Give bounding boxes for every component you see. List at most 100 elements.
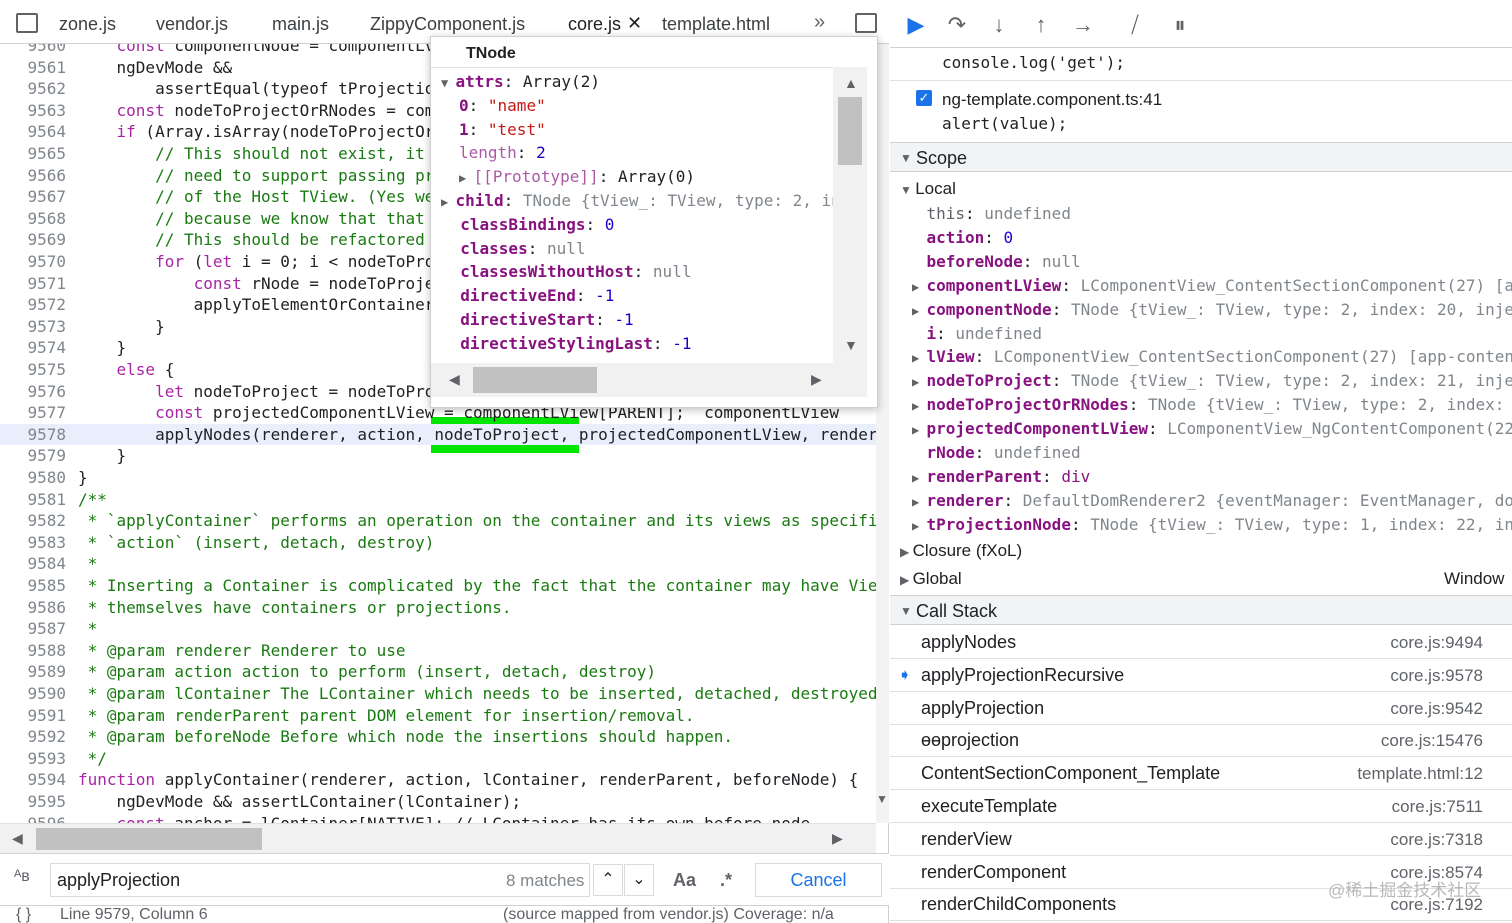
collapse-icon[interactable]: ▼ <box>441 76 455 90</box>
line-number[interactable]: 9596 <box>0 813 66 823</box>
frame-location[interactable]: template.html:12 <box>1357 757 1483 790</box>
toggle-debugger-icon[interactable] <box>855 13 877 33</box>
editor-horizontal-scrollbar[interactable]: ◀ ▶ <box>0 823 876 853</box>
line-number[interactable]: 9565 <box>0 143 66 165</box>
step-over-icon[interactable]: ↷ <box>944 12 970 38</box>
deactivate-breakpoints-icon[interactable]: ⧸ <box>1122 12 1148 38</box>
scroll-down-icon[interactable]: ▼ <box>844 337 858 353</box>
code-line[interactable]: 9591 * @param renderParent parent DOM el… <box>0 705 876 727</box>
code-line[interactable]: 9585 * Inserting a Container is complica… <box>0 575 876 597</box>
code-line[interactable]: 9584 * <box>0 553 876 575</box>
scroll-left-icon[interactable]: ◀ <box>449 371 460 388</box>
line-number[interactable]: 9567 <box>0 186 66 208</box>
regex-button[interactable]: .* <box>720 870 732 891</box>
pause-on-exceptions-icon[interactable]: ⏸ <box>1167 12 1193 38</box>
line-number[interactable]: 9563 <box>0 100 66 122</box>
code-line[interactable]: 9587 * <box>0 618 876 640</box>
scroll-right-icon[interactable]: ▶ <box>832 830 843 847</box>
line-number[interactable]: 9588 <box>0 640 66 662</box>
frame-location[interactable]: core.js:15476 <box>1381 724 1483 757</box>
code-line[interactable]: 9593 */ <box>0 748 876 770</box>
scope-variable[interactable]: ▶ lView: LComponentView_ContentSectionCo… <box>912 347 1512 366</box>
line-number[interactable]: 9570 <box>0 251 66 273</box>
next-match-button[interactable]: ⌄ <box>624 864 654 896</box>
tab-core-js[interactable]: core.js <box>568 14 621 35</box>
line-number[interactable]: 9568 <box>0 208 66 230</box>
match-case-button[interactable]: Aa <box>673 870 696 891</box>
line-number[interactable]: 9573 <box>0 316 66 338</box>
tab-vendor-js[interactable]: vendor.js <box>156 14 228 35</box>
tab-main-js[interactable]: main.js <box>272 14 329 35</box>
line-number[interactable]: 9582 <box>0 510 66 532</box>
code-line[interactable]: 9579 } <box>0 445 876 467</box>
frame-location[interactable]: core.js:7318 <box>1390 823 1483 856</box>
line-number[interactable]: 9560 <box>0 44 66 57</box>
resume-icon[interactable]: ▶ <box>903 12 929 38</box>
expand-icon[interactable]: ▶ <box>912 351 926 365</box>
line-number[interactable]: 9575 <box>0 359 66 381</box>
code-line[interactable]: 9581 /** <box>0 489 876 511</box>
scope-variable[interactable]: ▶ renderer: DefaultDomRenderer2 {eventMa… <box>912 491 1512 510</box>
line-number[interactable]: 9590 <box>0 683 66 705</box>
step-out-icon[interactable]: ↑ <box>1028 12 1054 38</box>
line-number[interactable]: 9562 <box>0 78 66 100</box>
line-number[interactable]: 9569 <box>0 229 66 251</box>
step-into-icon[interactable]: ↓ <box>986 12 1012 38</box>
previous-match-button[interactable]: ⌃ <box>593 864 623 896</box>
code-line[interactable]: 9580} <box>0 467 876 489</box>
expand-icon[interactable]: ▶ <box>912 399 926 413</box>
replace-toggle-icon[interactable]: ᴬʙ <box>14 868 30 886</box>
scroll-left-icon[interactable]: ◀ <box>12 830 23 847</box>
tab-zone-js[interactable]: zone.js <box>59 14 116 35</box>
expand-icon[interactable]: ▶ <box>912 519 926 533</box>
frame-location[interactable]: core.js:9494 <box>1390 626 1483 659</box>
step-icon[interactable]: → <box>1070 12 1096 38</box>
line-number[interactable]: 9581 <box>0 489 66 511</box>
popover-hscroll-thumb[interactable] <box>473 367 597 393</box>
expand-icon[interactable]: ▶ <box>912 280 926 294</box>
callstack-frame[interactable]: ➧ applyProjectionRecursive core.js:9578 <box>890 659 1512 692</box>
toggle-navigator-icon[interactable] <box>16 13 38 33</box>
expand-icon[interactable]: ▶ <box>912 423 926 437</box>
close-tab-icon[interactable]: ✕ <box>627 13 642 34</box>
line-number[interactable]: 9594 <box>0 769 66 791</box>
scope-variable[interactable]: ▶ componentLView: LComponentView_Content… <box>912 276 1512 295</box>
code-line[interactable]: 9594 function applyContainer(renderer, ac… <box>0 769 876 791</box>
property-row[interactable]: ▶ [[Prototype]]: Array(0) <box>459 165 695 189</box>
scroll-right-icon[interactable]: ▶ <box>811 371 822 388</box>
frame-location[interactable]: core.js:9542 <box>1390 692 1483 725</box>
line-number[interactable]: 9577 <box>0 402 66 424</box>
code-line[interactable]: 9595 ngDevMode && assertLContainer(lCont… <box>0 791 876 813</box>
callstack-frame[interactable]: ɵɵprojection core.js:15476 <box>890 724 1512 758</box>
line-number[interactable]: 9585 <box>0 575 66 597</box>
code-line[interactable]: 9590 * @param lContainer The LContainer … <box>0 683 876 705</box>
breakpoint-checkbox[interactable]: ✓ <box>916 90 932 106</box>
breakpoint-location[interactable]: ng-template.component.ts:41 <box>942 90 1512 110</box>
tab-template-html[interactable]: template.html <box>662 14 770 35</box>
code-line[interactable]: 9578 applyNodes(renderer, action, nodeTo… <box>0 423 876 446</box>
scope-variable[interactable]: ▶ nodeToProject: TNode {tView_: TView, t… <box>912 371 1512 390</box>
expand-icon[interactable]: ▶ <box>441 195 455 209</box>
frame-location[interactable]: core.js:7511 <box>1392 790 1483 823</box>
cancel-button[interactable]: Cancel <box>755 863 882 897</box>
property-row[interactable]: ▼ attrs: Array(2) <box>441 70 600 94</box>
closure-scope[interactable]: ▶ Closure (fXoL) <box>900 541 1512 561</box>
scope-variable[interactable]: ▶ projectedComponentLView: LComponentVie… <box>912 419 1512 438</box>
popover-horizontal-scrollbar[interactable]: ◀ ▶ <box>431 363 867 397</box>
code-line[interactable]: 9589 * @param action action to perform (… <box>0 661 876 683</box>
local-scope-header[interactable]: ▼ Local <box>900 179 1512 199</box>
line-number[interactable]: 9571 <box>0 273 66 295</box>
line-number[interactable]: 9579 <box>0 445 66 467</box>
code-line[interactable]: 9592 * @param beforeNode Before which no… <box>0 726 876 748</box>
callstack-frame[interactable]: executeTemplate core.js:7511 <box>890 790 1512 823</box>
callstack-frame[interactable]: renderView core.js:7318 <box>890 823 1512 856</box>
frame-location[interactable]: core.js:9578 <box>1390 659 1483 692</box>
callstack-frame[interactable]: ContentSectionComponent_Template template… <box>890 757 1512 791</box>
code-line[interactable]: 9586 * themselves have containers or pro… <box>0 597 876 619</box>
scroll-down-icon[interactable]: ▼ <box>876 792 888 806</box>
line-number[interactable]: 9591 <box>0 705 66 727</box>
line-number[interactable]: 9584 <box>0 553 66 575</box>
scope-variable[interactable]: ▶ componentNode: TNode {tView_: TView, t… <box>912 300 1512 319</box>
line-number[interactable]: 9586 <box>0 597 66 619</box>
line-number[interactable]: 9576 <box>0 381 66 403</box>
